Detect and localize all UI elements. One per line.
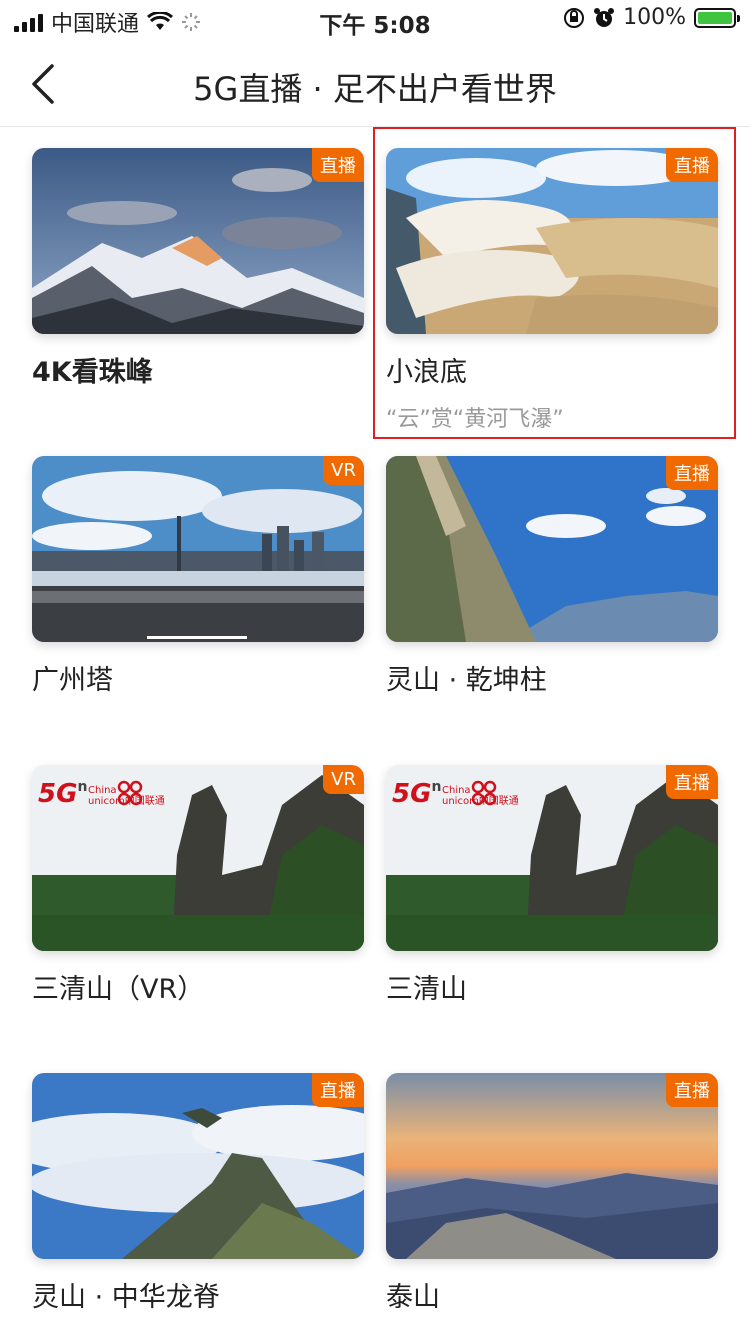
page-title: 5G直播 · 足不出户看世界 [193, 70, 557, 108]
5g-logo: 5Gn [392, 779, 442, 809]
card-thumbnail: 直播 [386, 1073, 718, 1259]
card-thumbnail: 直播 [32, 1073, 364, 1259]
card-thumbnail: VR [32, 456, 364, 642]
card-title: 泰山 [386, 1282, 440, 1313]
card-title: 广州塔 [32, 665, 113, 696]
card-thumbnail: 直播 [32, 148, 364, 334]
live-card-lingshan-qiankun[interactable]: 直播 灵山 · 乾坤柱 [386, 456, 718, 697]
status-right: 100% [563, 5, 740, 30]
live-card-lingshan-dragon-ridge[interactable]: 直播 灵山 · 中华龙脊 [32, 1073, 364, 1314]
navigation-bar: 5G直播 · 足不出户看世界 [0, 40, 750, 127]
unicom-knot-icon [117, 780, 143, 806]
status-bar: 中国联通 下午 5:08 100% [0, 0, 750, 40]
card-thumbnail: 直播 [386, 456, 718, 642]
live-card-taishan[interactable]: 直播 泰山 [386, 1073, 718, 1314]
card-thumbnail: 5Gn China unicom中国联通 VR [32, 765, 364, 951]
live-card-sanqingshan-vr[interactable]: 5Gn China unicom中国联通 VR 三清山（VR） [32, 765, 364, 1006]
battery-percent: 100% [623, 5, 686, 30]
live-badge: 直播 [666, 1073, 718, 1107]
city-image [32, 456, 364, 642]
battery-icon [694, 7, 740, 28]
live-card-everest[interactable]: 直播 4K看珠峰 [32, 148, 364, 389]
live-card-canton-tower[interactable]: VR 广州塔 [32, 456, 364, 697]
selection-highlight [373, 127, 736, 439]
live-badge: 直播 [312, 1073, 364, 1107]
card-title: 三清山（VR） [32, 974, 205, 1005]
live-badge: 直播 [312, 148, 364, 182]
card-title: 三清山 [386, 974, 467, 1005]
card-title: 灵山 · 乾坤柱 [386, 665, 547, 696]
vr-badge: VR [323, 456, 364, 485]
5g-logo: 5Gn [38, 779, 88, 809]
alarm-icon [594, 7, 615, 27]
live-badge: 直播 [666, 765, 718, 799]
live-card-sanqingshan[interactable]: 5Gn China unicom中国联通 直播 三清山 [386, 765, 718, 1006]
rotation-lock-icon [564, 7, 585, 28]
card-thumbnail: 5Gn China unicom中国联通 直播 [386, 765, 718, 951]
card-title: 4K看珠峰 [32, 357, 153, 388]
vr-badge: VR [323, 765, 364, 794]
unicom-knot-icon [471, 780, 497, 806]
live-badge: 直播 [666, 456, 718, 490]
card-title: 灵山 · 中华龙脊 [32, 1282, 220, 1313]
